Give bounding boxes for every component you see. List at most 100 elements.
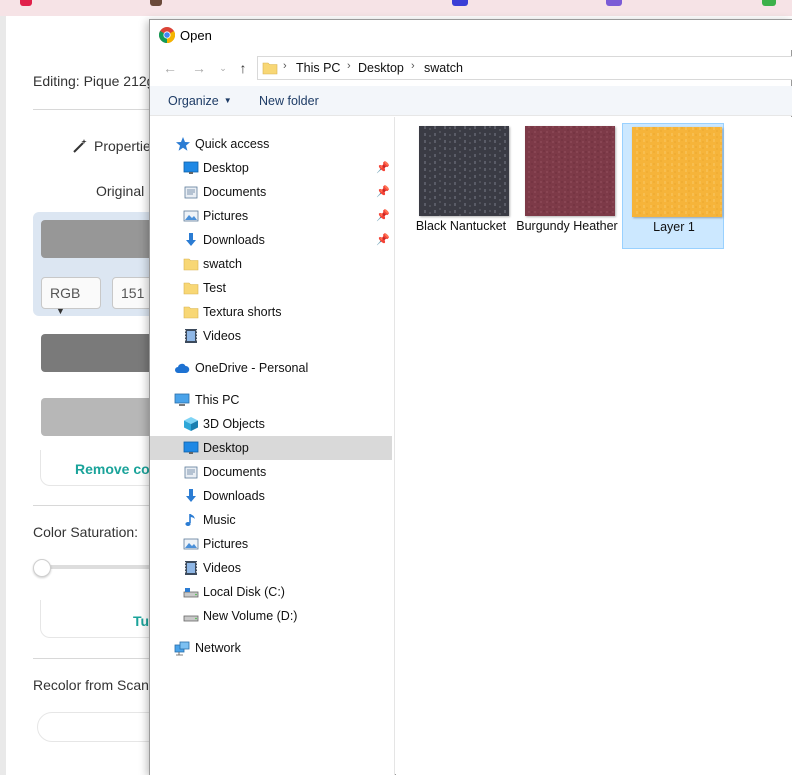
navigation-pane: Quick access Desktop 📌 Documents 📌 Pictu…: [150, 117, 395, 775]
nav-quick-access[interactable]: Quick access: [150, 132, 392, 156]
music-icon: [185, 514, 195, 526]
properties-button[interactable]: Propertie: [72, 138, 151, 154]
nav-label: OneDrive - Personal: [195, 361, 309, 375]
nav-quick-test[interactable]: Test: [150, 276, 392, 300]
network-icon: [174, 641, 190, 656]
saturation-slider-track[interactable]: [40, 565, 165, 569]
nav-label: Videos: [203, 561, 241, 575]
nav-pictures[interactable]: Pictures: [150, 532, 392, 556]
nav-label: Textura shorts: [203, 305, 282, 319]
nav-quick-desktop[interactable]: Desktop 📌: [150, 156, 392, 180]
breadcrumb-swatch[interactable]: swatch: [424, 61, 463, 75]
open-file-dialog: Open ← → ⌄ ↑ › This PC › Desktop › swatc…: [149, 19, 792, 775]
nav-label: Downloads: [203, 233, 265, 247]
tab-favicon[interactable]: [762, 0, 776, 6]
address-bar[interactable]: › This PC › Desktop › swatch: [257, 56, 792, 80]
nav-new-volume-d[interactable]: New Volume (D:): [150, 604, 392, 628]
recent-locations-chevron-icon[interactable]: ⌄: [214, 59, 232, 77]
nav-label: Test: [203, 281, 226, 295]
nav-quick-downloads[interactable]: Downloads 📌: [150, 228, 392, 252]
app-side-rail: [0, 16, 6, 775]
pin-icon: 📌: [376, 186, 390, 198]
dialog-title: Open: [180, 28, 212, 43]
nav-label: Documents: [203, 465, 267, 479]
browser-tab-strip: [0, 0, 792, 16]
file-item[interactable]: Black Nantucket: [410, 123, 512, 249]
breadcrumb-desktop[interactable]: Desktop: [358, 61, 404, 75]
documents-icon: [184, 466, 198, 479]
divider: [33, 658, 163, 659]
file-item[interactable]: Layer 1: [622, 123, 724, 249]
divider: [33, 109, 163, 110]
nav-3d-objects[interactable]: 3D Objects: [150, 412, 392, 436]
tab-favicon[interactable]: [150, 0, 162, 6]
nav-onedrive[interactable]: OneDrive - Personal: [150, 356, 392, 380]
pictures-icon: [183, 210, 199, 222]
nav-downloads[interactable]: Downloads: [150, 484, 392, 508]
nav-quick-swatch[interactable]: swatch: [150, 252, 392, 276]
desktop-icon: [183, 161, 199, 174]
remove-color-button[interactable]: Remove col: [75, 461, 154, 477]
pictures-icon: [183, 538, 199, 550]
nav-documents[interactable]: Documents: [150, 460, 392, 484]
nav-desktop[interactable]: Desktop: [150, 436, 392, 460]
tab-favicon[interactable]: [20, 0, 32, 6]
nav-local-disk-c[interactable]: Local Disk (C:): [150, 580, 392, 604]
drive-icon: [183, 588, 199, 598]
nav-quick-documents[interactable]: Documents 📌: [150, 180, 392, 204]
nav-quick-pictures[interactable]: Pictures 📌: [150, 204, 392, 228]
file-thumbnail-burgundy-heather: [525, 126, 615, 216]
file-thumbnail-black-nantucket: [419, 126, 509, 216]
breadcrumb-this-pc[interactable]: This PC: [296, 61, 340, 75]
nav-label: Desktop: [203, 161, 249, 175]
dialog-titlebar[interactable]: Open: [150, 20, 792, 50]
color-swatch-light[interactable]: [41, 398, 161, 436]
file-item[interactable]: Burgundy Heather: [516, 123, 618, 249]
nav-label: Local Disk (C:): [203, 585, 285, 599]
nav-label: New Volume (D:): [203, 609, 298, 623]
nav-videos[interactable]: Videos: [150, 556, 392, 580]
nav-this-pc[interactable]: This PC: [150, 388, 392, 412]
tab-favicon[interactable]: [452, 0, 468, 6]
command-bar: Organize ▼ New folder: [150, 86, 792, 116]
forward-arrow-icon[interactable]: →: [190, 59, 208, 77]
nav-network[interactable]: Network: [150, 636, 392, 660]
color-preview-bar: [41, 220, 161, 258]
color-mode-select[interactable]: RGB ▼: [41, 277, 101, 316]
organize-menu[interactable]: Organize ▼: [168, 94, 232, 108]
nav-label: Music: [203, 513, 236, 527]
file-view: Black Nantucket Burgundy Heather Layer 1: [396, 117, 792, 775]
nav-quick-videos[interactable]: Videos: [150, 324, 392, 348]
folder-icon: [183, 282, 199, 295]
nav-music[interactable]: Music: [150, 508, 392, 532]
tu-button[interactable]: Tu: [133, 613, 149, 629]
star-icon: [176, 137, 190, 151]
breadcrumb-chevron-icon: ›: [347, 60, 351, 72]
breadcrumb-chevron-icon: ›: [283, 60, 287, 72]
saturation-label: Color Saturation:: [33, 524, 139, 540]
folder-icon: [183, 258, 199, 271]
cloud-icon: [175, 363, 190, 373]
tab-favicon[interactable]: [606, 0, 622, 6]
color-mode-value: RGB: [50, 285, 81, 301]
documents-icon: [184, 186, 198, 199]
properties-label: Propertie: [94, 138, 151, 154]
chevron-down-icon: ▼: [223, 96, 232, 105]
folder-icon: [183, 306, 199, 319]
nav-label: Documents: [203, 185, 267, 199]
saturation-slider-thumb[interactable]: [33, 559, 51, 577]
computer-icon: [174, 393, 190, 406]
recolor-input[interactable]: [37, 712, 165, 742]
color-swatch-dark[interactable]: [41, 334, 161, 372]
videos-icon: [185, 561, 197, 575]
file-name: Black Nantucket: [415, 219, 507, 233]
back-arrow-icon[interactable]: ←: [161, 59, 179, 77]
nav-quick-textura-shorts[interactable]: Textura shorts: [150, 300, 392, 324]
nav-label: This PC: [195, 393, 240, 407]
up-arrow-icon[interactable]: ↑: [234, 59, 252, 77]
recolor-label: Recolor from Scan: [33, 677, 149, 693]
chevron-down-icon: ▼: [56, 306, 65, 316]
pin-icon: 📌: [376, 210, 390, 222]
new-folder-button[interactable]: New folder: [259, 94, 319, 108]
pin-icon: 📌: [376, 234, 390, 246]
